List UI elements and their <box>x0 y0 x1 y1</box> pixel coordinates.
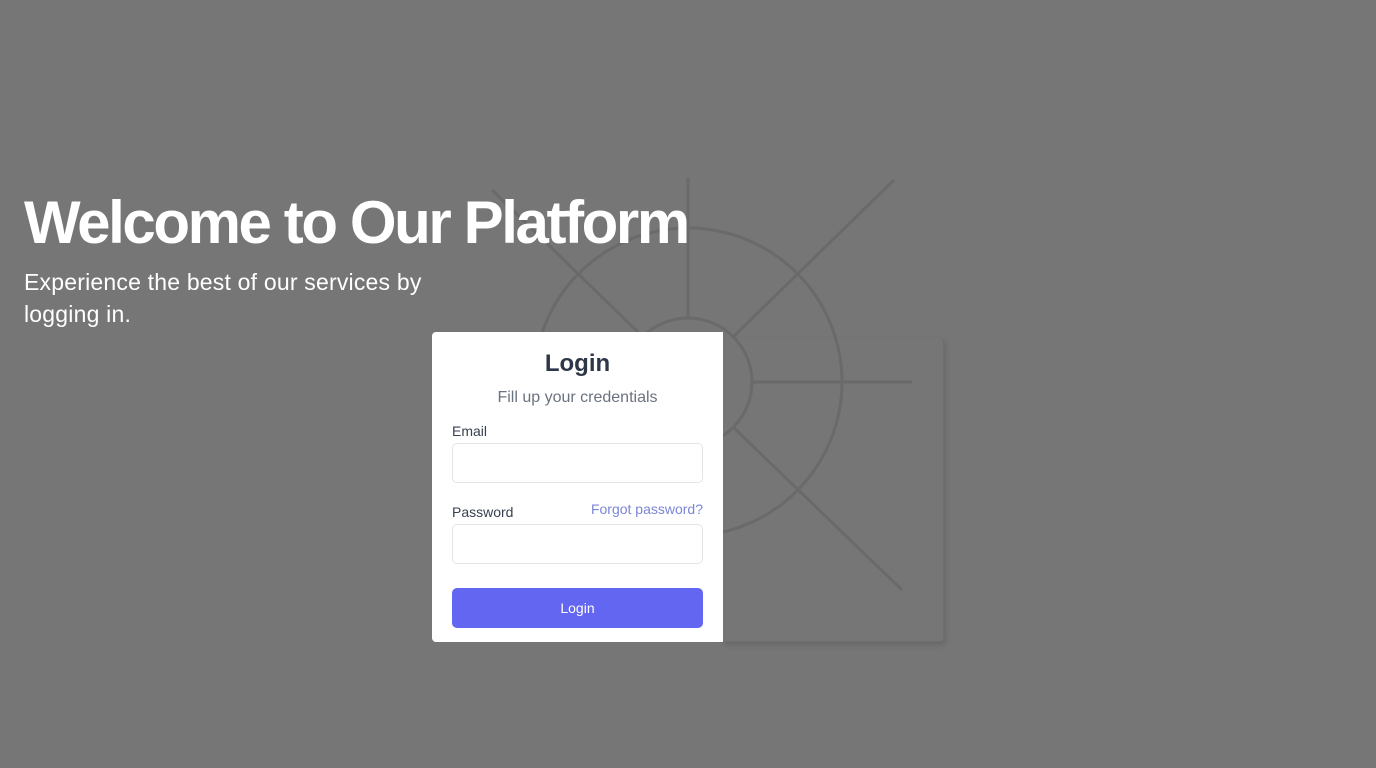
email-label: Email <box>452 423 488 439</box>
password-label: Password <box>452 504 514 520</box>
hero-subtitle: Experience the best of our services by l… <box>24 269 422 327</box>
password-field[interactable] <box>452 524 703 564</box>
password-label-row: Password Forgot password? <box>452 500 703 521</box>
login-title: Login <box>544 350 611 377</box>
login-card: Login Fill up your credentials Email Pas… <box>432 332 723 642</box>
forgot-password-link[interactable]: Forgot password? <box>591 500 703 518</box>
login-page: Welcome to Our Platform Experience the b… <box>0 0 1376 768</box>
email-field[interactable] <box>452 443 703 483</box>
login-subtitle: Fill up your credentials <box>497 389 658 406</box>
login-button[interactable]: Login <box>452 588 703 628</box>
hero-section: Welcome to Our Platform Experience the b… <box>24 188 724 330</box>
card-shadow-panel <box>722 338 944 642</box>
hero-title: Welcome to Our Platform <box>24 189 690 256</box>
